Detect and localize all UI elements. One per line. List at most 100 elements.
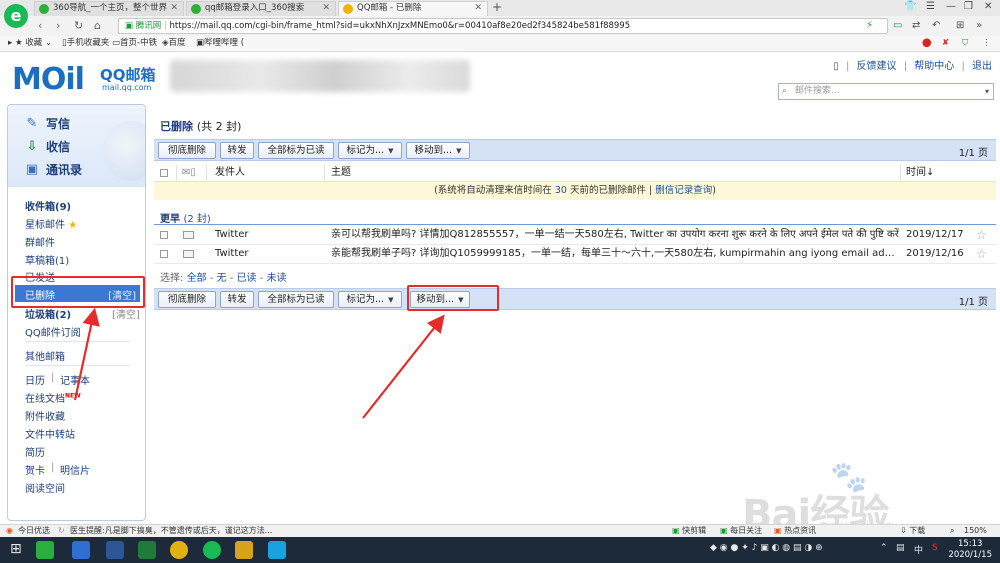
grid-icon[interactable]: ⋮ (982, 36, 991, 51)
column-time[interactable]: 时间↓ (906, 165, 934, 181)
deletion-log-link[interactable]: 删信记录查询 (655, 185, 712, 196)
mobile-icon[interactable]: ▯ (833, 61, 839, 72)
table-row[interactable]: Twitter 亲可以帮我刷单吗? 详情加Q812855557，一单一结一天58… (154, 226, 996, 245)
receive-button[interactable]: ⇩ 收信 (24, 137, 70, 157)
logout-link[interactable]: 退出 (972, 61, 992, 72)
bookmark-bilibili[interactable]: ▣哔哩哔哩 ( (196, 36, 244, 51)
status-quick-edit[interactable]: ▣ 快剪辑 (672, 525, 706, 537)
compose-button[interactable]: ✎ 写信 (24, 114, 70, 134)
delete-forever-button[interactable]: 彻底删除 (158, 142, 216, 159)
mark-as-dropdown[interactable]: 标记为... ▼ (338, 142, 402, 159)
sidebar-item-calendar[interactable]: 日历 (25, 372, 45, 387)
sidebar-item-subscriptions[interactable]: QQ邮件订阅 (25, 324, 81, 339)
tab-360-search[interactable]: qq邮箱登录入口_360搜索 ✕ (186, 1, 336, 16)
contacts-button[interactable]: ▣ 通讯录 (24, 160, 82, 180)
sidebar-item-group-mail[interactable]: 群邮件 (25, 234, 55, 249)
home-icon[interactable]: ⌂ (94, 19, 101, 32)
row-checkbox[interactable] (160, 250, 168, 258)
close-tab-icon[interactable]: ✕ (474, 2, 482, 15)
sogou-icon[interactable]: S (932, 543, 938, 553)
sidebar-item-inbox[interactable]: 收件箱(9) (25, 198, 71, 213)
360-browser-logo-icon[interactable]: e (4, 4, 28, 28)
chrome-like-icon[interactable] (170, 541, 188, 559)
tray-chevron-icon[interactable]: ⌃ (880, 543, 888, 553)
select-all-link[interactable]: 全部 (187, 273, 207, 284)
close-tab-icon[interactable]: ✕ (322, 2, 330, 15)
star-toggle-icon[interactable]: ☆ (976, 226, 987, 244)
refresh-icon[interactable]: ↻ (74, 19, 83, 32)
address-bar[interactable]: ▣ 腾讯网 | https://mail.qq.com/cgi-bin/fram… (118, 18, 888, 34)
sidebar-item-attachments[interactable]: 附件收藏 (25, 408, 65, 423)
word-icon[interactable] (106, 541, 124, 559)
star-toggle-icon[interactable]: ☆ (976, 245, 987, 263)
undo-icon[interactable]: ↶ (932, 20, 940, 31)
sidebar-item-resume[interactable]: 简历 (25, 444, 45, 459)
shirt-skin-icon[interactable]: 👕 (904, 1, 916, 12)
bookmark-crec[interactable]: ▭首页-中铁 (112, 36, 157, 51)
sidebar-item-spam[interactable]: 垃圾箱(2) (25, 306, 71, 321)
sidebar-item-online-docs[interactable]: 在线文档NEW (25, 390, 81, 405)
menu-icon[interactable]: ☰ (926, 1, 935, 12)
block-icon[interactable]: ✘ (942, 36, 949, 51)
table-row[interactable]: Twitter 亲能帮我刷单子吗? 详询加Q1059999185，一单一结，每单… (154, 245, 996, 264)
column-subject[interactable]: 主题 (331, 165, 351, 181)
sidebar-item-greeting-card[interactable]: 贺卡 (25, 462, 45, 477)
cube-app-icon[interactable] (72, 541, 90, 559)
mail-search-input[interactable]: ⌕ 邮件搜索... ▾ (778, 83, 994, 100)
select-read-link[interactable]: 已读 (237, 273, 257, 284)
ime-indicator[interactable]: 中 (914, 543, 923, 556)
sidebar-item-notebook[interactable]: 记事本 (60, 372, 90, 387)
forward-button[interactable]: 转发 (220, 291, 254, 308)
bookmark-baidu[interactable]: ◈百度 (162, 36, 186, 51)
network-icon[interactable]: ▤ (896, 543, 905, 553)
select-unread-link[interactable]: 未读 (266, 273, 286, 284)
new-tab-button[interactable]: + (492, 0, 502, 14)
mark-all-read-button[interactable]: 全部标为已读 (258, 142, 334, 159)
chevron-down-icon[interactable]: ▾ (985, 84, 989, 99)
select-none-link[interactable]: 无 (217, 273, 227, 284)
mark-as-dropdown[interactable]: 标记为... ▼ (338, 291, 402, 308)
status-daily-focus[interactable]: ▣ 每日关注 (720, 525, 762, 537)
back-icon[interactable]: ‹ (38, 19, 42, 32)
tray-icons[interactable]: ◆ ◉ ● ✦ ♪ ▣ ◐ ◍ ▤ ◑ ⊕ (710, 543, 823, 553)
close-tab-icon[interactable]: ✕ (170, 2, 178, 15)
more-icon[interactable]: » (976, 20, 982, 31)
lightning-icon[interactable]: ⚡ (866, 20, 873, 31)
close-window-icon[interactable]: ✕ (984, 1, 992, 12)
sidebar-item-other-mailbox[interactable]: 其他邮箱 (25, 348, 65, 363)
select-all-checkbox[interactable] (160, 169, 168, 177)
sidebar-item-drafts[interactable]: 草稿箱(1) (25, 252, 69, 267)
clear-spam-link[interactable]: [清空] (112, 306, 140, 321)
sidebar-item-postcard[interactable]: 明信片 (60, 462, 90, 477)
forward-icon[interactable]: › (56, 19, 60, 32)
sidebar-item-file-transfer[interactable]: 文件中转站 (25, 426, 75, 441)
qq-mail-logo[interactable]: MOil QQ邮箱 mail.qq.com (12, 62, 156, 97)
bookmark-mobile[interactable]: ▯手机收藏夹 (62, 36, 109, 51)
sidebar-item-starred[interactable]: 星标邮件 ★ (25, 216, 77, 231)
restore-icon[interactable]: ❐ (964, 1, 973, 12)
zoom-icon[interactable]: ⌕ (950, 525, 954, 537)
sidebar-item-reading-space[interactable]: 阅读空间 (25, 480, 65, 495)
translate-icon[interactable]: ⇄ (912, 20, 920, 31)
status-news-ticker[interactable]: 医生提醒:凡是脚下搞臭，不管遗传或后天，谨记这方法... (70, 525, 272, 537)
tab-qq-mail[interactable]: QQ邮箱 - 已删除 ✕ (338, 1, 488, 16)
delete-forever-button[interactable]: 彻底删除 (158, 291, 216, 308)
shield-icon[interactable]: ⛉ (962, 36, 968, 51)
excel-icon[interactable] (138, 541, 156, 559)
windows-start-icon[interactable]: ⊞ (10, 541, 22, 557)
360-browser-task-icon[interactable] (203, 541, 221, 559)
move-to-dropdown[interactable]: 移动到... ▼ (406, 142, 470, 159)
file-explorer-icon[interactable] (235, 541, 253, 559)
wechat-icon[interactable] (36, 541, 54, 559)
battery-icon[interactable]: ▭ (893, 20, 902, 31)
status-today-deals[interactable]: 今日优选 (18, 525, 50, 537)
status-download[interactable]: ⇩ 下载 (900, 525, 925, 537)
pinwheel-app-icon[interactable] (268, 541, 286, 559)
bookmarks-folder[interactable]: ▸ ★ 收藏 ⌄ (8, 36, 52, 51)
row-checkbox[interactable] (160, 231, 168, 239)
minimize-icon[interactable]: — (946, 1, 956, 12)
adblock-icon[interactable]: ⬤ (922, 36, 932, 51)
forward-button[interactable]: 转发 (220, 142, 254, 159)
status-hot-news[interactable]: ▣ 热点资讯 (774, 525, 816, 537)
extensions-icon[interactable]: ⊞ (956, 20, 964, 31)
